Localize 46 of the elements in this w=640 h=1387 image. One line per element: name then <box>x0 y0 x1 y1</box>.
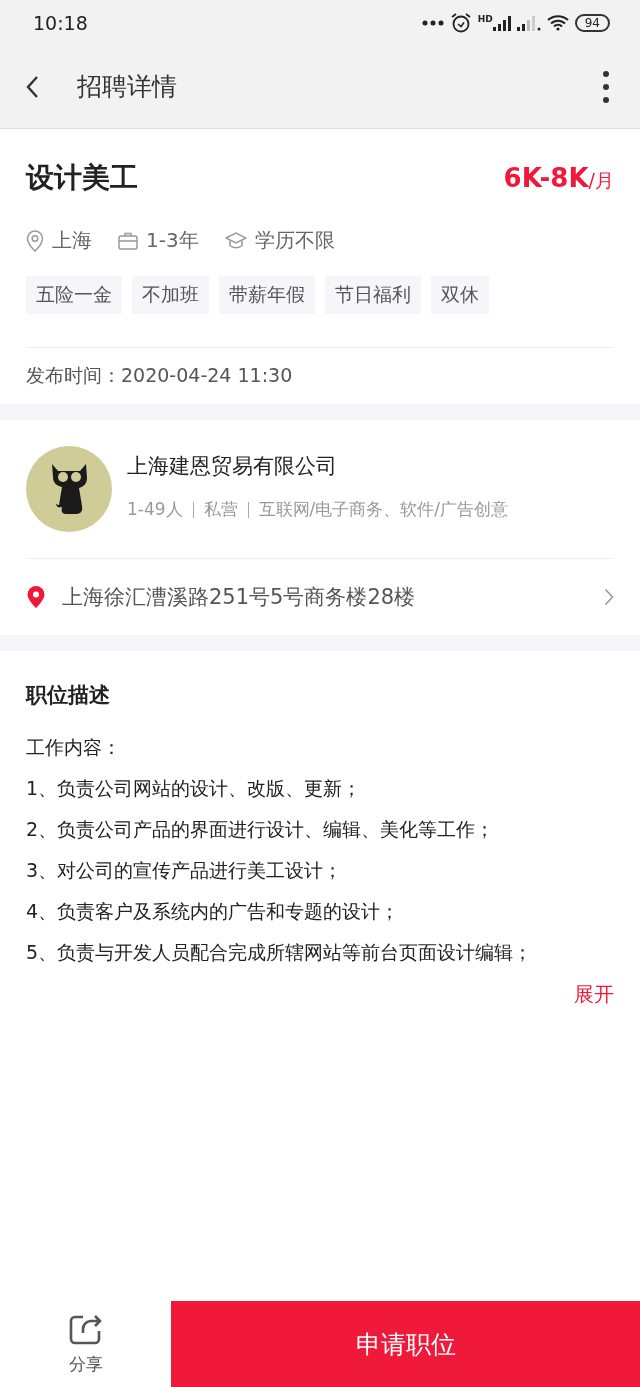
graduation-cap-icon <box>224 231 247 250</box>
company-address: 上海徐汇漕溪路251号5号商务楼28楼 <box>62 584 417 611</box>
description-line: 2、负责公司产品的界面进行设计、编辑、美化等工作； <box>26 817 496 842</box>
salary: 6K-8K <box>503 163 589 193</box>
status-time: 10:18 <box>33 11 88 34</box>
job-meta-text: 上海 <box>52 227 92 254</box>
location-pin-icon <box>26 585 46 609</box>
network-label: HD <box>477 13 493 24</box>
chevron-right-icon <box>604 588 614 606</box>
alarm-icon <box>449 11 472 34</box>
apply-button[interactable]: 申请职位 <box>171 1301 640 1387</box>
company-name[interactable]: 上海建恩贸易有限公司 <box>127 452 509 480</box>
cat-logo-icon <box>26 446 112 532</box>
benefit-tag: 五险一金 <box>26 276 122 314</box>
back-icon[interactable] <box>25 74 39 99</box>
more-notifications-icon <box>421 19 444 26</box>
battery-indicator: 94 <box>574 13 610 32</box>
share-button[interactable]: 分享 <box>0 1301 171 1387</box>
description-line: 1、负责公司网站的设计、改版、更新； <box>26 776 363 801</box>
salary-unit: /月 <box>588 169 614 191</box>
job-title: 设计美工 <box>26 160 138 196</box>
job-meta-text: 1-3年 <box>146 227 199 254</box>
signal-icon <box>516 14 541 31</box>
job-meta-text: 学历不限 <box>254 227 335 254</box>
address-row[interactable]: 上海徐汇漕溪路251号5号商务楼28楼 <box>26 559 614 635</box>
company-industry: 互联网/电子商务、软件/广告创意 <box>258 498 509 521</box>
benefit-tag: 节日福利 <box>325 276 421 314</box>
benefit-tag: 不加班 <box>132 276 209 314</box>
company-size: 1-49人 <box>127 498 183 521</box>
location-pin-icon <box>26 229 44 252</box>
description-line: 3、对公司的宣传产品进行美工设计； <box>26 858 344 883</box>
expand-link[interactable]: 展开 <box>574 981 614 1008</box>
description-line: 4、负责客户及系统内的广告和专题的设计； <box>26 899 401 924</box>
wifi-icon <box>546 14 569 31</box>
more-icon[interactable] <box>602 69 610 104</box>
benefit-tag: 双休 <box>431 276 489 314</box>
share-icon <box>68 1312 103 1345</box>
section-heading: 职位描述 <box>26 682 111 709</box>
briefcase-icon <box>118 231 138 250</box>
benefit-tag: 带薪年假 <box>219 276 315 314</box>
page-title: 招聘详情 <box>77 71 178 103</box>
company-type: 私营 <box>203 498 238 521</box>
publish-time: 发布时间：2020-04-24 11:30 <box>26 347 614 404</box>
description-line: 工作内容： <box>26 735 122 760</box>
signal-icon <box>492 14 511 31</box>
description-line: 5、负责与开发人员配合完成所辖网站等前台页面设计编辑； <box>26 940 534 965</box>
